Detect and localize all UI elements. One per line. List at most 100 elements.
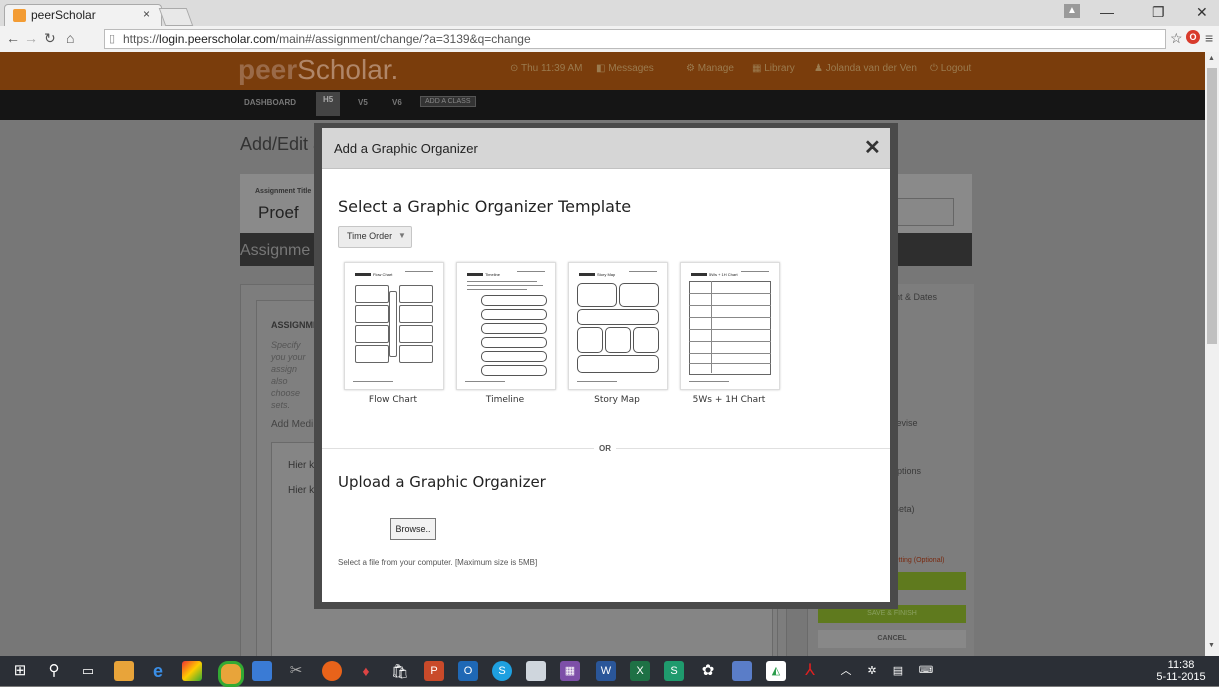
template-category-dropdown[interactable]: Time Order ▼	[338, 226, 412, 248]
modal-title: Add a Graphic Organizer	[334, 141, 478, 156]
template-flow-chart[interactable]: Flow Chart	[344, 262, 444, 390]
app-icon-2[interactable]	[732, 661, 752, 681]
header-messages[interactable]: ◧ Messages	[596, 63, 654, 74]
bookmark-star-icon[interactable]: ☆	[1170, 30, 1183, 47]
maximize-button[interactable]: ❐	[1152, 4, 1165, 21]
address-bar-row: ← → ↻ ⌂ ▯ https://login.peerscholar.com/…	[0, 26, 1219, 53]
tab-close-icon[interactable]: ×	[143, 7, 150, 21]
menu-icon[interactable]: ≡	[1205, 30, 1213, 46]
keyboard-icon[interactable]: ⌨	[916, 661, 936, 681]
page-icon: ▯	[109, 33, 116, 45]
upload-heading: Upload a Graphic Organizer	[338, 473, 546, 491]
sway-icon[interactable]: S	[664, 661, 684, 681]
template-timeline[interactable]: Timeline	[456, 262, 556, 390]
computer-icon[interactable]	[252, 661, 272, 681]
window-icon[interactable]	[526, 661, 546, 681]
sidebar-setting-optional[interactable]: Setting (Optional)	[890, 557, 944, 564]
tab-title: peerScholar	[31, 8, 96, 22]
scrollbar-thumb[interactable]	[1207, 68, 1217, 344]
forward-icon[interactable]: →	[24, 30, 38, 46]
outlook-icon[interactable]: O	[458, 661, 478, 681]
template-label-flow-chart[interactable]: Flow Chart	[344, 395, 442, 405]
nav-class-v6[interactable]: V6	[392, 98, 402, 107]
nav-class-h5[interactable]: H5	[316, 92, 341, 116]
class-nav-bar: DASHBOARD H5 V5 V6 ADD A CLASS	[0, 90, 1205, 120]
chevron-down-icon: ▼	[398, 231, 406, 240]
opera-extension-icon[interactable]: O	[1186, 30, 1200, 44]
browse-button[interactable]: Browse..	[390, 518, 436, 540]
acrobat-icon[interactable]: ⅄	[800, 661, 820, 681]
add-class-button[interactable]: ADD A CLASS	[420, 96, 476, 107]
header-library[interactable]: ▦ Library	[752, 63, 795, 74]
windows-taskbar: ⊞ ⚲ ▭ e ✂ ♦ 🛍 P O S ▦ W X S ✿ ◭ ⅄ ︿ ✲ ▤ …	[0, 656, 1219, 687]
profile-icon[interactable]: ▲	[1064, 4, 1080, 18]
peerscholar-logo[interactable]: peerScholar.	[238, 54, 398, 86]
header-user[interactable]: ♟ Jolanda van der Ven	[814, 63, 917, 74]
nav-dashboard[interactable]: DASHBOARD	[244, 98, 296, 107]
template-label-timeline[interactable]: Timeline	[456, 395, 554, 405]
system-clock[interactable]: 11:38 5-11-2015	[1150, 659, 1212, 683]
gear-icon[interactable]: ✿	[698, 661, 718, 681]
template-story-map[interactable]: Story Map	[568, 262, 668, 390]
assignment-section-label: ASSIGNMI	[271, 320, 316, 330]
notifications-icon[interactable]: ▤	[888, 661, 908, 681]
url-input[interactable]: ▯ https://login.peerscholar.com/main#/as…	[104, 29, 1166, 49]
browser-tab[interactable]: peerScholar ×	[4, 4, 162, 27]
select-template-heading: Select a Graphic Organizer Template	[338, 197, 632, 216]
scroll-down-icon[interactable]: ▼	[1208, 642, 1215, 649]
assignment-title-label: Assignment Title	[255, 188, 312, 195]
modal-header: Add a Graphic Organizer ✕	[322, 128, 890, 169]
app-icon[interactable]: ✂	[286, 661, 306, 681]
template-5ws-1h-chart[interactable]: 5Ws + 1H Chart	[680, 262, 780, 390]
page-viewport: peerScholar. ⊙ Thu 11:39 AM ◧ Messages ⚙…	[0, 52, 1205, 656]
header-time: ⊙ Thu 11:39 AM	[510, 63, 583, 74]
close-icon[interactable]: ✕	[864, 135, 881, 160]
network-icon[interactable]: ✲	[862, 661, 882, 681]
thumb-title: 5Ws + 1H Chart	[709, 272, 738, 277]
paint-icon[interactable]: ♦	[356, 661, 376, 681]
powerpoint-icon[interactable]: P	[424, 661, 444, 681]
header-manage[interactable]: ⚙ Manage	[686, 63, 734, 74]
photos-icon[interactable]	[182, 661, 202, 681]
template-label-5ws-1h-chart[interactable]: 5Ws + 1H Chart	[680, 395, 778, 405]
excel-icon[interactable]: X	[630, 661, 650, 681]
add-media-link[interactable]: Add Medi	[271, 419, 313, 430]
chevron-up-icon[interactable]: ︿	[836, 661, 856, 681]
search-icon[interactable]: ⚲	[44, 661, 64, 681]
messages-icon: ◧	[596, 63, 609, 74]
nav-class-v5[interactable]: V5	[358, 98, 368, 107]
firefox-icon[interactable]	[322, 661, 342, 681]
back-icon[interactable]: ←	[6, 30, 20, 46]
header-logout[interactable]: ⏻ Logout	[930, 63, 971, 74]
windows-start-icon[interactable]: ⊞	[10, 661, 30, 681]
tab-assignment[interactable]: Assignme	[240, 242, 310, 260]
task-view-icon[interactable]: ▭	[78, 661, 98, 681]
page-scrollbar[interactable]: ▲ ▼	[1205, 52, 1219, 656]
clock-date: 5-11-2015	[1156, 671, 1206, 683]
chart-app-icon[interactable]: ◭	[766, 661, 786, 681]
chrome-icon[interactable]	[218, 661, 244, 687]
onenote-grid-icon[interactable]: ▦	[560, 661, 580, 681]
library-icon: ▦	[752, 63, 765, 74]
skype-icon[interactable]: S	[492, 661, 512, 681]
template-label-story-map[interactable]: Story Map	[568, 395, 666, 405]
power-icon: ⏻	[930, 63, 941, 74]
edge-icon[interactable]: e	[148, 661, 168, 681]
cancel-button[interactable]: CANCEL	[818, 630, 966, 648]
close-window-button[interactable]: ✕	[1196, 4, 1208, 21]
file-explorer-icon[interactable]	[114, 661, 134, 681]
dropdown-selected-value: Time Order	[347, 231, 393, 241]
word-icon[interactable]: W	[596, 661, 616, 681]
thumb-title: Timeline	[485, 272, 500, 277]
assignment-title-value[interactable]: Proef	[258, 203, 299, 223]
new-tab-button[interactable]	[158, 8, 194, 26]
reload-icon[interactable]: ↻	[44, 30, 56, 47]
browser-tabstrip: peerScholar × ▲ — ❐ ✕	[0, 0, 1219, 27]
page-title: Add/Edit a	[240, 134, 324, 154]
home-icon[interactable]: ⌂	[66, 30, 74, 46]
minimize-button[interactable]: —	[1100, 4, 1114, 20]
peerscholar-favicon-icon	[13, 9, 26, 22]
bg-right-input[interactable]	[890, 198, 954, 226]
scroll-up-icon[interactable]: ▲	[1208, 55, 1215, 62]
store-icon[interactable]: 🛍	[390, 661, 410, 681]
